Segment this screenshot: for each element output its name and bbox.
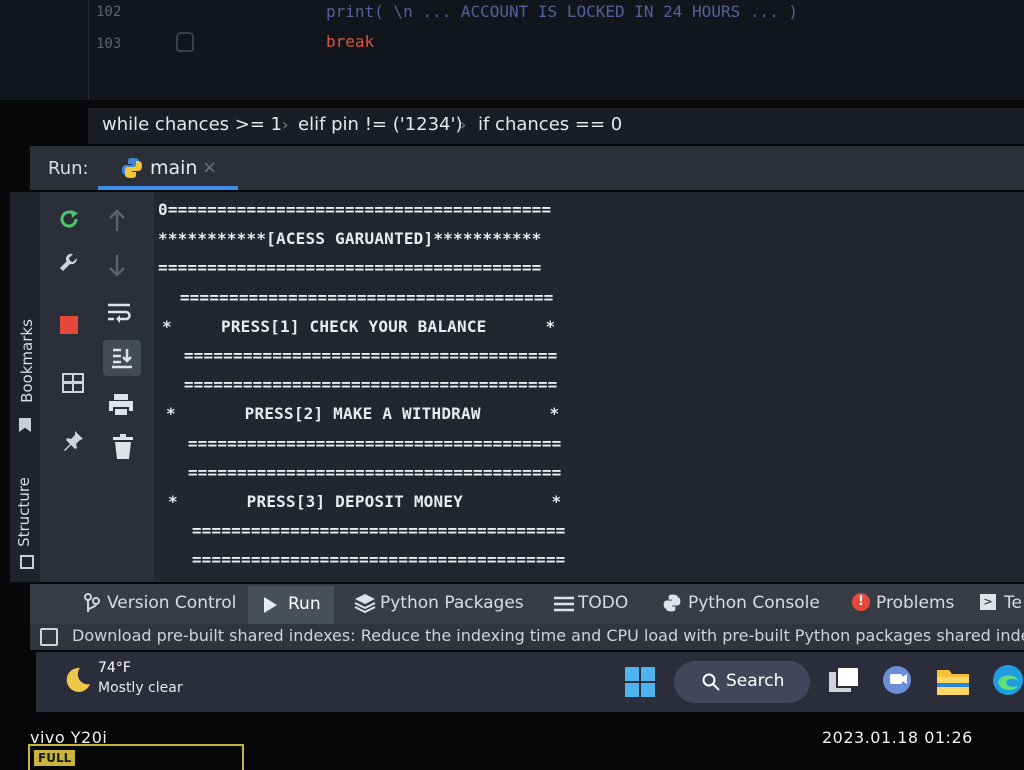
tab-label: Python Console [688, 593, 820, 613]
edge-icon [993, 665, 1023, 695]
print-icon[interactable] [106, 390, 136, 420]
tab-run[interactable]: Run [248, 586, 334, 624]
breadcrumb-item[interactable]: while chances >= 1 [102, 114, 282, 135]
console-line: ====================================== [178, 433, 562, 453]
active-tab-indicator [98, 186, 238, 190]
console-line: ====================================== [182, 550, 566, 570]
taskbar-search[interactable]: Search [674, 661, 810, 703]
moon-icon [66, 667, 90, 692]
chat-icon [883, 666, 911, 694]
tab-label: Python Packages [380, 593, 524, 613]
task-view-icon [829, 666, 860, 692]
gutter-divider [88, 0, 89, 100]
breadcrumb-separator-icon: › [460, 115, 467, 134]
problems-icon: ! [852, 593, 870, 611]
console-line: 0======================================= [158, 200, 552, 219]
tab-terminal[interactable]: > Te [978, 588, 1024, 620]
wrench-icon[interactable] [54, 250, 84, 280]
tab-label: Problems [876, 593, 955, 613]
console-line: ======================================= [158, 258, 542, 278]
tab-label: TODO [578, 593, 629, 613]
branch-icon [84, 593, 100, 612]
down-arrow-icon[interactable] [102, 250, 132, 280]
close-icon[interactable]: × [202, 157, 217, 178]
search-label: Search [726, 671, 785, 691]
tab-main[interactable]: main × [98, 150, 238, 190]
pin-icon[interactable] [58, 426, 88, 456]
chat-button[interactable] [880, 664, 914, 698]
scroll-to-end-icon [112, 348, 132, 369]
bookmarks-label: Bookmarks [18, 319, 36, 403]
console-line: * PRESS[1] CHECK YOUR BALANCE * [162, 316, 556, 336]
structure-tab[interactable]: Structure [14, 455, 38, 575]
search-icon [702, 673, 720, 691]
scroll-to-end-button[interactable] [103, 340, 141, 376]
tab-label: Te [1004, 593, 1022, 613]
tab-todo[interactable]: TODO [552, 588, 642, 620]
console-line: * PRESS[2] MAKE A WITHDRAW * [166, 404, 560, 424]
tab-label: Version Control [107, 593, 237, 613]
layout-icon[interactable] [58, 368, 88, 398]
trash-icon[interactable] [108, 432, 138, 462]
run-icon [264, 597, 277, 613]
console-line: * PRESS[3] DEPOSIT MONEY * [168, 492, 562, 511]
layers-icon [354, 594, 376, 613]
code-line: break [326, 32, 375, 51]
breadcrumb-item[interactable]: if chances == 0 [478, 114, 622, 135]
tab-python-packages[interactable]: Python Packages [352, 588, 532, 620]
python-icon [122, 158, 142, 178]
up-arrow-icon[interactable] [102, 206, 132, 236]
task-view-button[interactable] [828, 666, 860, 696]
python-console-icon [663, 594, 681, 612]
sticker-badge: FULL [34, 750, 76, 766]
start-button[interactable] [624, 666, 656, 698]
terminal-icon: > [980, 594, 996, 610]
run-label: Run: [48, 158, 89, 179]
console-line: ====================================== [182, 521, 566, 541]
breadcrumb-separator-icon: › [282, 115, 289, 134]
windows-icon [625, 667, 655, 697]
console-line: ====================================== [178, 462, 562, 482]
line-number: 102 [96, 4, 122, 20]
console-line: ***********[ACESS GARUANTED]*********** [158, 229, 542, 249]
structure-icon [20, 555, 34, 569]
tab-version-control[interactable]: Version Control [80, 588, 240, 620]
rerun-icon[interactable] [54, 204, 84, 234]
file-explorer-button[interactable] [936, 666, 970, 696]
fold-marker-icon[interactable] [176, 32, 194, 52]
console-line: ====================================== [174, 346, 558, 365]
bookmarks-tab[interactable]: Bookmarks [14, 300, 38, 440]
status-message[interactable]: Download pre-built shared indexes: Reduc… [72, 626, 1024, 645]
console-line: ====================================== [170, 287, 554, 307]
tab-problems[interactable]: ! Problems [850, 588, 960, 620]
console-output[interactable]: 0=======================================… [154, 192, 1024, 582]
weather-condition: Mostly clear [98, 680, 183, 696]
tab-python-console[interactable]: Python Console [660, 588, 830, 620]
bookmark-icon [19, 418, 31, 432]
breadcrumb-item[interactable]: elif pin != ('1234') [298, 114, 462, 135]
stop-icon[interactable] [54, 310, 84, 340]
edge-button[interactable] [992, 664, 1024, 698]
soft-wrap-icon[interactable] [104, 298, 134, 328]
photo-timestamp: 2023.01.18 01:26 [822, 728, 973, 747]
folder-icon [937, 670, 969, 695]
tab-label: main [150, 157, 198, 179]
list-icon [554, 596, 574, 612]
tab-label: Run [288, 594, 321, 614]
structure-label: Structure [15, 477, 33, 547]
console-line: ====================================== [174, 375, 558, 395]
notification-icon[interactable] [40, 628, 58, 646]
sticker-label: FULL [28, 744, 244, 770]
weather-widget[interactable]: 74°F Mostly clear [56, 658, 206, 704]
temperature: 74°F [98, 660, 131, 676]
line-number: 103 [96, 36, 122, 52]
code-line: print( \n ... ACCOUNT IS LOCKED IN 24 HO… [326, 2, 799, 21]
